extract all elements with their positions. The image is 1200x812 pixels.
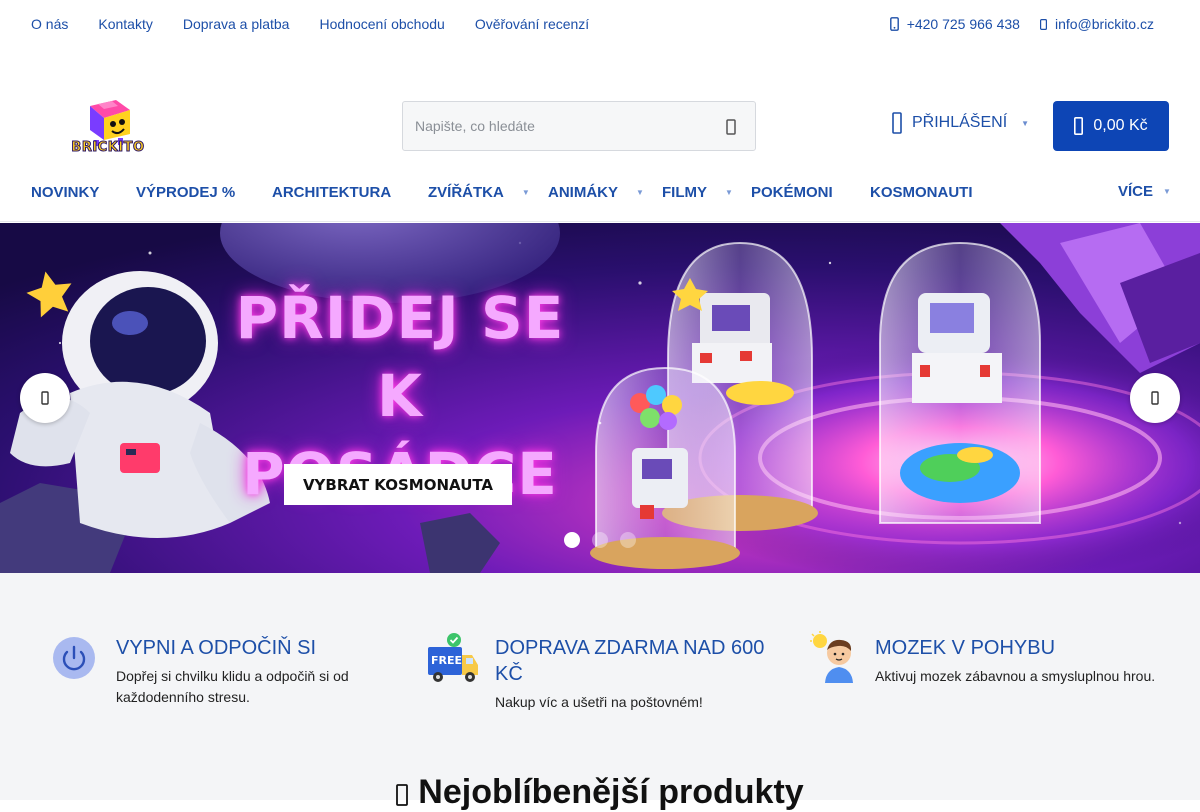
hero-title-line-1: PŘIDEJ SE: [235, 284, 565, 352]
chevron-down-icon: ▼: [1021, 118, 1030, 128]
nav-label: ARCHITEKTURA: [272, 184, 392, 201]
free-badge: FREE: [431, 654, 463, 667]
link-about[interactable]: O nás: [31, 16, 68, 32]
nav-label: ANIMÁKY: [548, 184, 618, 201]
top-contact: +420 725 966 438 info@brickito.cz: [889, 16, 1154, 32]
chevron-right-icon: [1151, 391, 1159, 405]
slider-dot-3[interactable]: [620, 532, 636, 548]
nav-label: NOVINKY: [31, 184, 100, 201]
link-shop-rating[interactable]: Hodnocení obchodu: [319, 16, 444, 32]
nav-item-novinky[interactable]: NOVINKY: [31, 184, 99, 201]
benefit-text: Aktivuj mozek zábavnou a smysluplnou hro…: [875, 668, 1156, 684]
login-label: PŘIHLÁŠENÍ: [912, 114, 1008, 131]
chevron-down-icon: ▼: [521, 188, 530, 197]
email-contact[interactable]: info@brickito.cz: [1039, 16, 1154, 32]
nav-item-kosmonauti[interactable]: KOSMONAUTI: [870, 184, 973, 201]
section-title: Nejoblíbenější produkty: [418, 773, 804, 811]
link-review-verification[interactable]: Ověřování recenzí: [475, 16, 589, 32]
logo[interactable]: BRICKITO: [68, 96, 148, 156]
login-button[interactable]: PŘIHLÁŠENÍ ▼: [892, 112, 1029, 134]
free-delivery-truck-icon: FREE: [428, 633, 480, 683]
email-address: info@brickito.cz: [1054, 16, 1154, 32]
thinking-kid-icon: [808, 631, 858, 683]
nav-item-pokemoni[interactable]: POKÉMONI: [751, 184, 833, 201]
slider-next-button[interactable]: [1130, 373, 1180, 423]
link-shipping[interactable]: Doprava a platba: [183, 16, 290, 32]
benefits-section: VYPNI A ODPOČIŇ SI Dopřej si chvilku kli…: [0, 573, 1200, 811]
chevron-down-icon: ▼: [636, 188, 644, 197]
slider-prev-button[interactable]: [20, 373, 70, 423]
benefit-title: DOPRAVA ZDARMA NAD 600 KČ: [495, 637, 765, 685]
nav-item-animaky[interactable]: ANIMÁKY ▼: [548, 184, 644, 201]
slider-dot-2[interactable]: [592, 532, 608, 548]
cart-button[interactable]: 0,00 Kč: [1053, 101, 1169, 151]
power-icon: [53, 637, 95, 679]
nav-label: KOSMONAUTI: [870, 184, 973, 201]
nav-label: POKÉMONI: [751, 184, 833, 201]
hero-background-illustration: [0, 223, 1200, 573]
top-bar: O nás Kontakty Doprava a platba Hodnocen…: [0, 0, 1200, 48]
nav-item-zviratka[interactable]: ZVÍŘÁTKA ▼: [428, 184, 530, 201]
chevron-left-icon: [41, 391, 49, 405]
cart-total: 0,00 Kč: [1093, 117, 1148, 134]
logo-text: BRICKITO: [71, 140, 145, 156]
nav-label: FILMY: [662, 184, 707, 201]
chevron-down-icon: ▼: [725, 188, 733, 197]
nav-label: VÝPRODEJ %: [136, 184, 236, 201]
benefit-title: VYPNI A ODPOČIŇ SI: [116, 637, 317, 659]
nav-item-filmy[interactable]: FILMY ▼: [662, 184, 733, 201]
phone-icon: [889, 17, 899, 31]
nav-item-architektura[interactable]: ARCHITEKTURA: [272, 184, 391, 201]
mail-icon: [1039, 18, 1047, 30]
slider-dots: [564, 532, 636, 548]
chevron-down-icon: ▼: [1163, 187, 1171, 196]
heart-icon: [396, 783, 409, 806]
search-icon: [726, 119, 736, 135]
hero-cta-button[interactable]: VYBRAT KOSMONAUTA: [284, 464, 512, 505]
benefit-text: Dopřej si chvilku klidu a odpočiň si od …: [116, 668, 349, 705]
phone-number: +420 725 966 438: [906, 16, 1020, 32]
nav-more[interactable]: VÍCE ▼: [1118, 183, 1171, 200]
hero-banner[interactable]: PŘIDEJ SE K POSÁDCE VYBRAT KOSMONAUTA: [0, 223, 1200, 573]
search-button[interactable]: [717, 114, 745, 140]
phone-contact[interactable]: +420 725 966 438: [889, 16, 1020, 32]
nav-label: ZVÍŘÁTKA: [428, 184, 504, 201]
search-input[interactable]: [415, 102, 705, 150]
nav-item-vyprodej[interactable]: VÝPRODEJ %: [136, 184, 235, 201]
benefit-text: Nakup víc a ušetři na poštovném!: [495, 694, 703, 710]
link-contacts[interactable]: Kontakty: [98, 16, 152, 32]
user-icon: [892, 112, 902, 134]
main-nav: NOVINKY VÝPRODEJ % ARCHITEKTURA ZVÍŘÁTKA…: [0, 170, 1200, 222]
nav-more-label: VÍCE: [1118, 183, 1154, 200]
benefit-title: MOZEK V POHYBU: [875, 637, 1056, 659]
search-box: [402, 101, 756, 151]
cart-icon: [1074, 117, 1084, 135]
section-heading: Nejoblíbenější produkty: [0, 773, 1200, 812]
slider-dot-1[interactable]: [564, 532, 580, 548]
top-links: O nás Kontakty Doprava a platba Hodnocen…: [31, 16, 589, 32]
